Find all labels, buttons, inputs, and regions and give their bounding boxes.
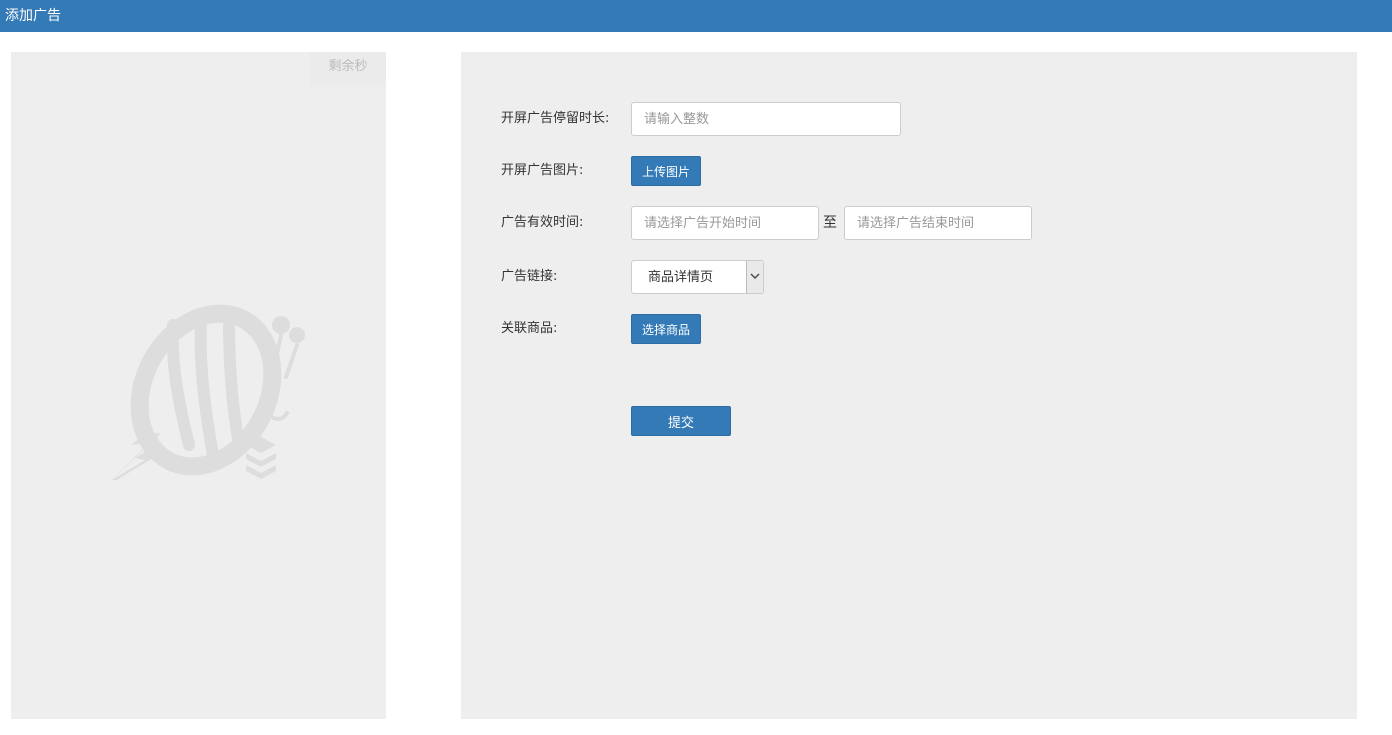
submit-button[interactable]: 提交 — [631, 406, 731, 436]
countdown-label: 剩余秒 — [310, 52, 386, 85]
duration-label: 开屏广告停留时长: — [501, 111, 610, 126]
goods-label: 关联商品: — [501, 321, 558, 336]
time-range-separator: 至 — [823, 215, 837, 231]
valid-time-label: 广告有效时间: — [501, 215, 584, 230]
end-time-input[interactable] — [844, 206, 1032, 240]
image-label: 开屏广告图片: — [501, 163, 584, 178]
ad-link-select[interactable]: 商品详情页 — [631, 260, 764, 294]
start-time-input[interactable] — [631, 206, 819, 240]
upload-image-button[interactable]: 上传图片 — [631, 156, 701, 186]
duration-input[interactable] — [631, 102, 901, 136]
ad-link-selected-value: 商品详情页 — [648, 270, 714, 285]
ad-preview-panel: 剩余秒 — [11, 52, 386, 719]
select-goods-button[interactable]: 选择商品 — [631, 314, 701, 344]
select-arrow-button[interactable] — [746, 261, 763, 293]
top-header-bar: 添加广告 — [0, 0, 1392, 32]
link-label: 广告链接: — [501, 269, 558, 284]
page-title: 添加广告 — [5, 8, 61, 24]
ad-form-panel: 开屏广告停留时长: 开屏广告图片: 上传图片 广告有效时间: 至 广告链接: 商… — [461, 52, 1357, 719]
chevron-down-icon — [750, 273, 760, 279]
bee-logo-icon — [111, 304, 305, 480]
